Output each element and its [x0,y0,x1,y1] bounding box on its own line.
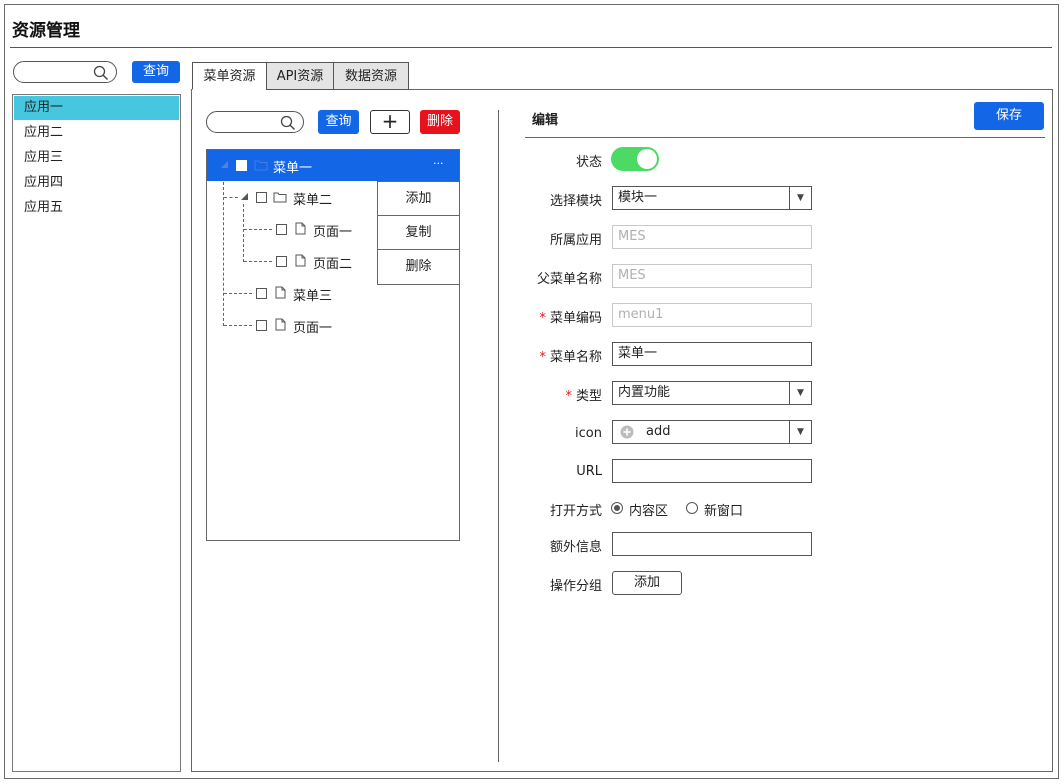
operation-group-label: 操作分组 [549,579,602,594]
context-add[interactable]: 添加 [378,182,459,216]
tree-line [244,261,272,262]
tree-context-menu: 添加 复制 删除 [377,181,460,285]
page-icon [295,222,306,235]
radio-content-area[interactable] [611,502,623,514]
app-item-1[interactable]: 应用一 [14,96,179,120]
extra-info-input[interactable] [612,532,812,556]
page-icon [275,286,286,299]
menu-name-label: * 菜单名称 [539,350,602,365]
chevron-down-icon: ▼ [789,187,811,209]
add-circle-icon [620,425,634,439]
module-value: 模块一 [618,190,658,205]
page-icon [295,254,306,267]
url-input[interactable] [612,459,812,483]
radio-content-area-label[interactable]: 内容区 [629,500,668,519]
icon-value: add [646,424,671,439]
search-icon [93,65,108,80]
folder-icon [254,160,268,171]
type-select[interactable]: 内置功能 ▼ [612,381,812,405]
tree-node-label[interactable]: 页面一 [313,221,352,240]
tree-line [243,204,244,262]
tree-search-button[interactable]: 查询 [318,110,359,134]
search-icon [280,115,295,130]
tree-line [224,325,252,326]
app-item-4[interactable]: 应用四 [14,171,179,195]
extra-info-label: 额外信息 [549,540,602,555]
radio-new-window-label[interactable]: 新窗口 [704,500,743,519]
app-item-2[interactable]: 应用二 [14,121,179,145]
module-select[interactable]: 模块一 ▼ [612,186,812,210]
tree-node-label[interactable]: 页面二 [313,253,352,272]
parent-menu-field: MES [612,264,812,288]
expand-triangle-icon[interactable] [240,192,249,201]
menu-code-label: * 菜单编码 [539,311,602,326]
add-operation-group-button[interactable]: 添加 [612,571,682,595]
status-label: 状态 [575,155,602,170]
title-divider [10,47,1052,48]
tree-checkbox[interactable] [276,256,287,267]
app-search-button[interactable]: 查询 [132,61,180,83]
app-field: MES [612,225,812,249]
radio-new-window[interactable] [686,502,698,514]
add-node-button[interactable]: + [370,110,410,134]
tree-search-input[interactable] [206,111,304,133]
tree-node-label[interactable]: 菜单二 [293,189,332,208]
app-item-5[interactable]: 应用五 [14,196,179,220]
tab-api-resources[interactable]: API资源 [266,62,334,90]
icon-label: icon [575,426,602,441]
chevron-down-icon: ▼ [789,421,811,443]
menu-name-input[interactable]: 菜单一 [612,342,812,366]
parent-menu-label: 父菜单名称 [536,272,602,287]
delete-node-button[interactable]: 删除 [420,110,460,134]
tree-node-label[interactable]: 菜单三 [293,285,332,304]
icon-select[interactable]: add ▼ [612,420,812,444]
app-list: 应用一 应用二 应用三 应用四 应用五 [12,94,181,772]
open-mode-label: 打开方式 [549,504,602,519]
required-mark: * [565,389,572,404]
tree-line [223,182,224,326]
type-value: 内置功能 [618,385,671,400]
chevron-down-icon: ▼ [789,382,811,404]
app-label: 所属应用 [549,233,602,248]
tree-line [244,229,272,230]
url-label: URL [576,464,602,479]
save-button[interactable]: 保存 [974,102,1044,130]
tab-menu-resources[interactable]: 菜单资源 [192,62,267,90]
edit-divider [525,137,1045,138]
tree-line [224,293,252,294]
tree-checkbox[interactable] [236,160,247,171]
tree-checkbox[interactable] [256,320,267,331]
menu-code-field: menu1 [612,303,812,327]
page-icon [275,318,286,331]
folder-icon [273,192,287,203]
edit-title: 编辑 [532,113,559,128]
status-toggle[interactable] [611,147,659,171]
app-search-input[interactable] [13,61,117,83]
toggle-knob [637,149,657,169]
required-mark: * [539,311,546,326]
module-label: 选择模块 [549,194,602,209]
tree-checkbox[interactable] [256,288,267,299]
app-item-3[interactable]: 应用三 [14,146,179,170]
page-title: 资源管理 [12,21,80,41]
context-delete[interactable]: 删除 [378,250,459,284]
more-icon[interactable]: ··· [433,157,444,170]
context-copy[interactable]: 复制 [378,216,459,250]
type-label: * 类型 [565,389,602,404]
tab-data-resources[interactable]: 数据资源 [333,62,409,90]
tree-checkbox[interactable] [256,192,267,203]
tree-checkbox[interactable] [276,224,287,235]
tree-line [224,197,238,198]
expand-triangle-icon[interactable] [220,160,229,169]
tree-node-label[interactable]: 菜单一 [273,157,312,176]
required-mark: * [539,350,546,365]
tree-node-label[interactable]: 页面一 [293,317,332,336]
